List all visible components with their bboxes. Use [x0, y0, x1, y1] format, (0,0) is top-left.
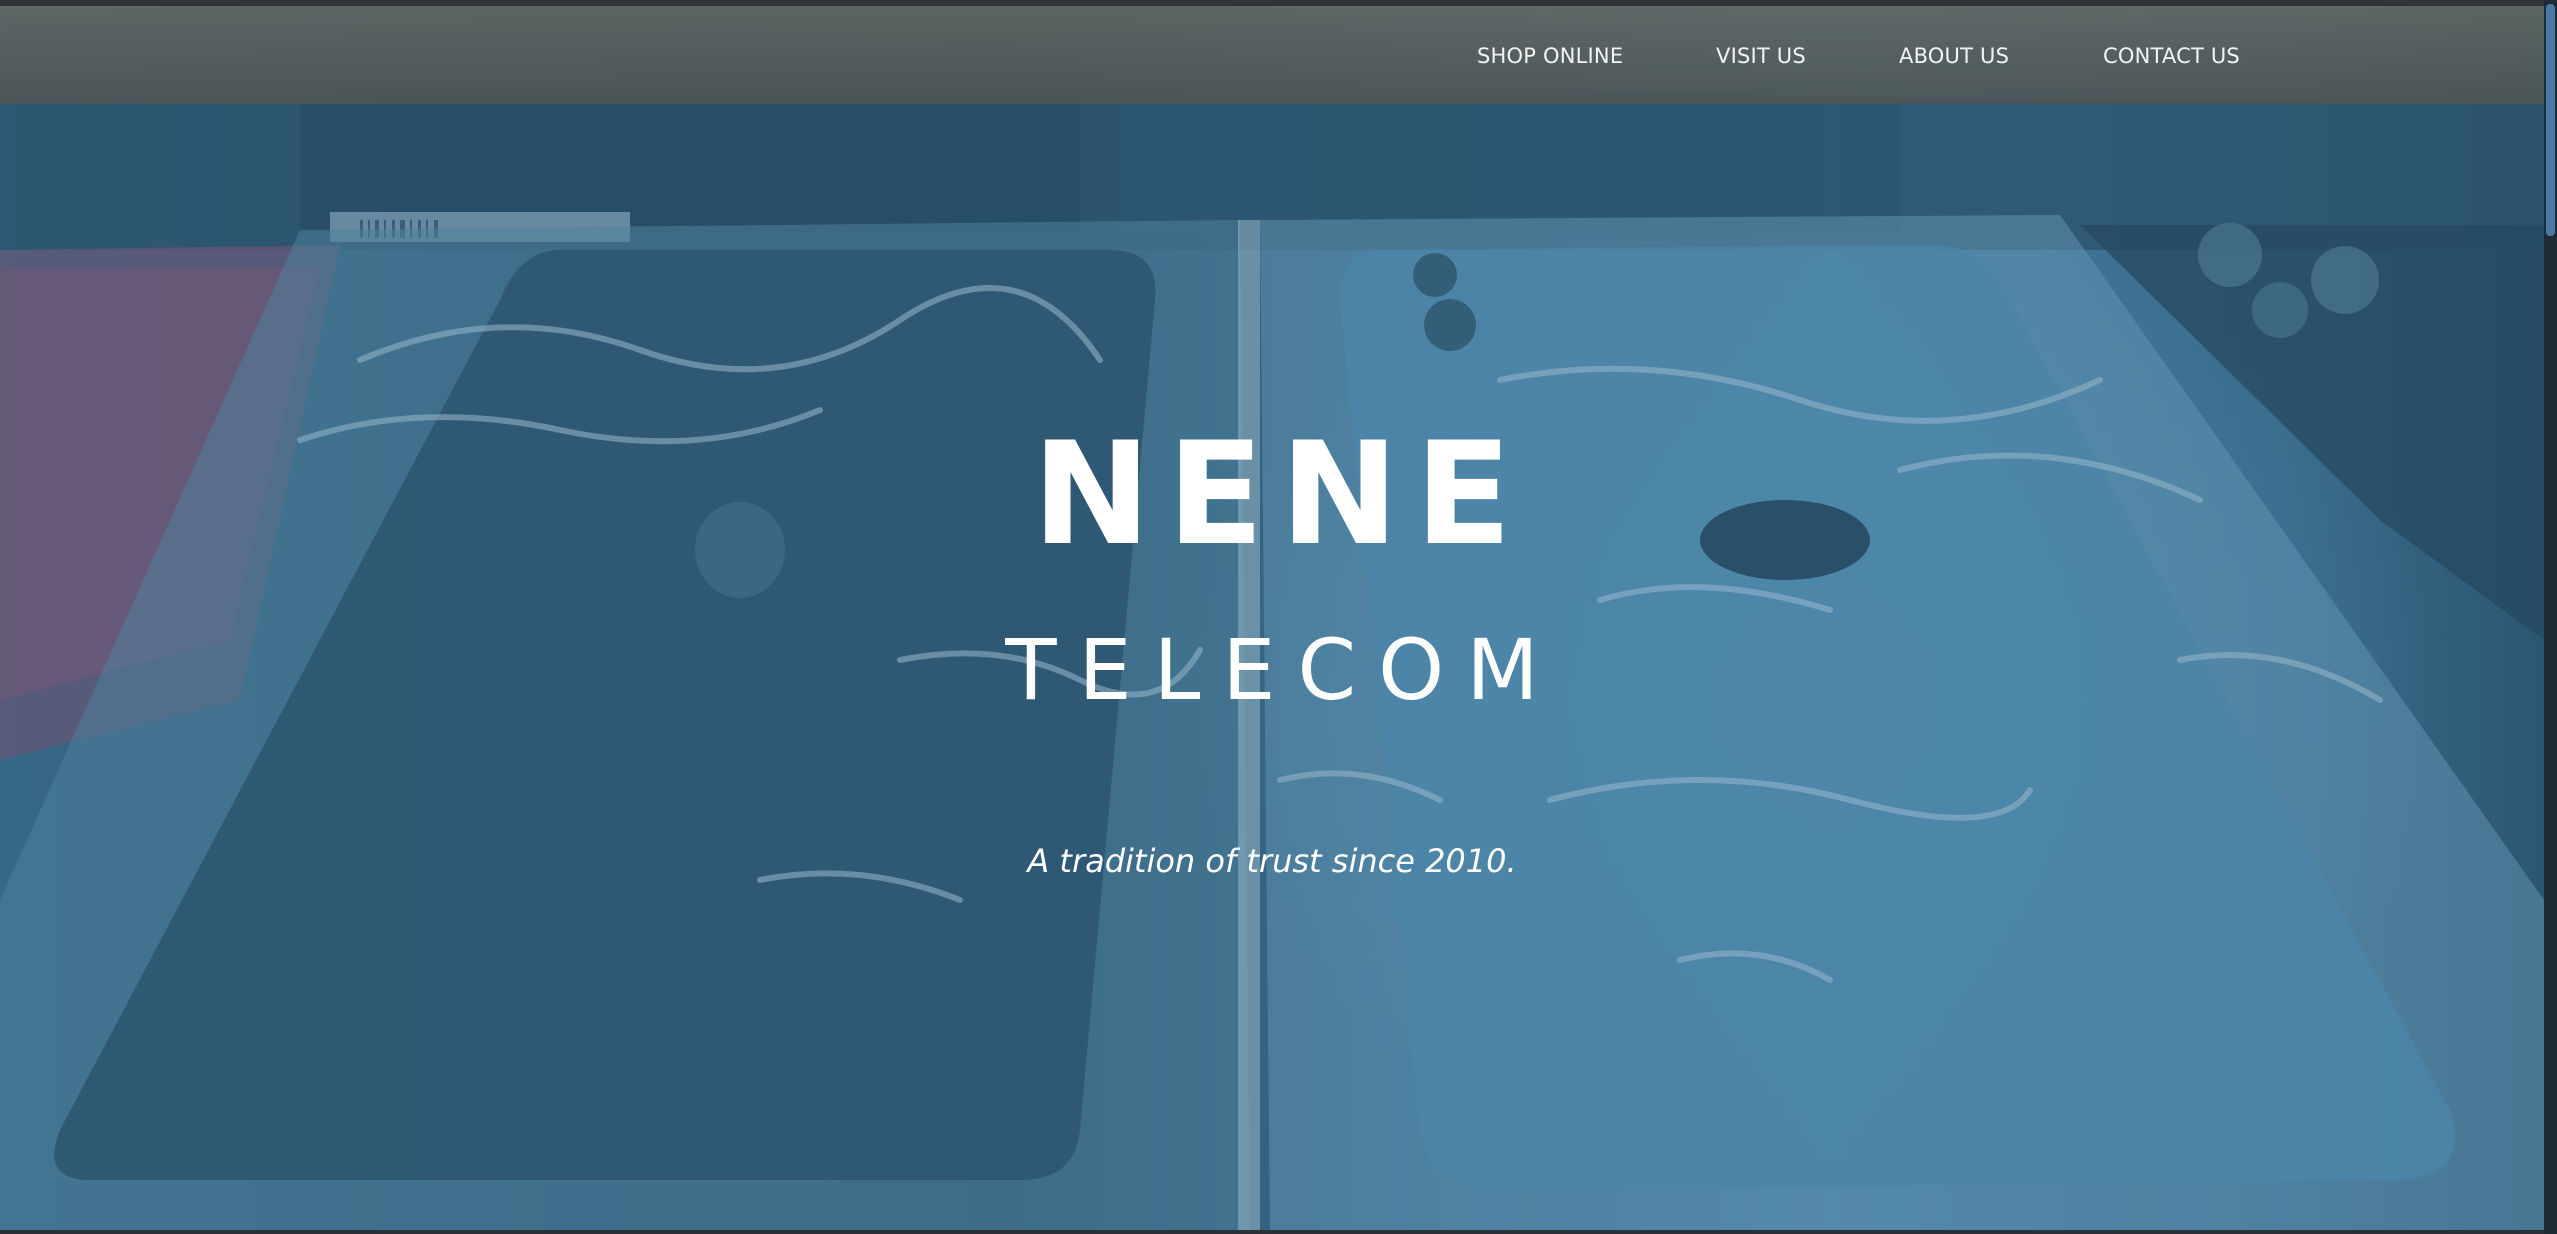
- nav-visit-us[interactable]: VISIT US: [1716, 44, 1806, 68]
- brand-title: NENE: [1032, 412, 1528, 577]
- nav-shop-online[interactable]: SHOP ONLINE: [1477, 44, 1623, 68]
- brand-subtitle: TELECOM: [1005, 621, 1561, 719]
- top-nav-bar: SHOP ONLINE VISIT US ABOUT US CONTACT US: [0, 6, 2544, 104]
- page: SHOP ONLINE VISIT US ABOUT US CONTACT US…: [0, 0, 2557, 1234]
- top-border: [0, 0, 2557, 6]
- hero-tagline: A tradition of trust since 2010.: [1027, 842, 1517, 880]
- nav-contact-us[interactable]: CONTACT US: [2103, 44, 2240, 68]
- nav-about-us[interactable]: ABOUT US: [1899, 44, 2009, 68]
- phone-boxes-illustration: [0, 0, 2544, 1234]
- hero-background-image: [0, 0, 2544, 1234]
- bottom-border: [0, 1230, 2544, 1234]
- scrollbar-thumb[interactable]: [2546, 4, 2555, 236]
